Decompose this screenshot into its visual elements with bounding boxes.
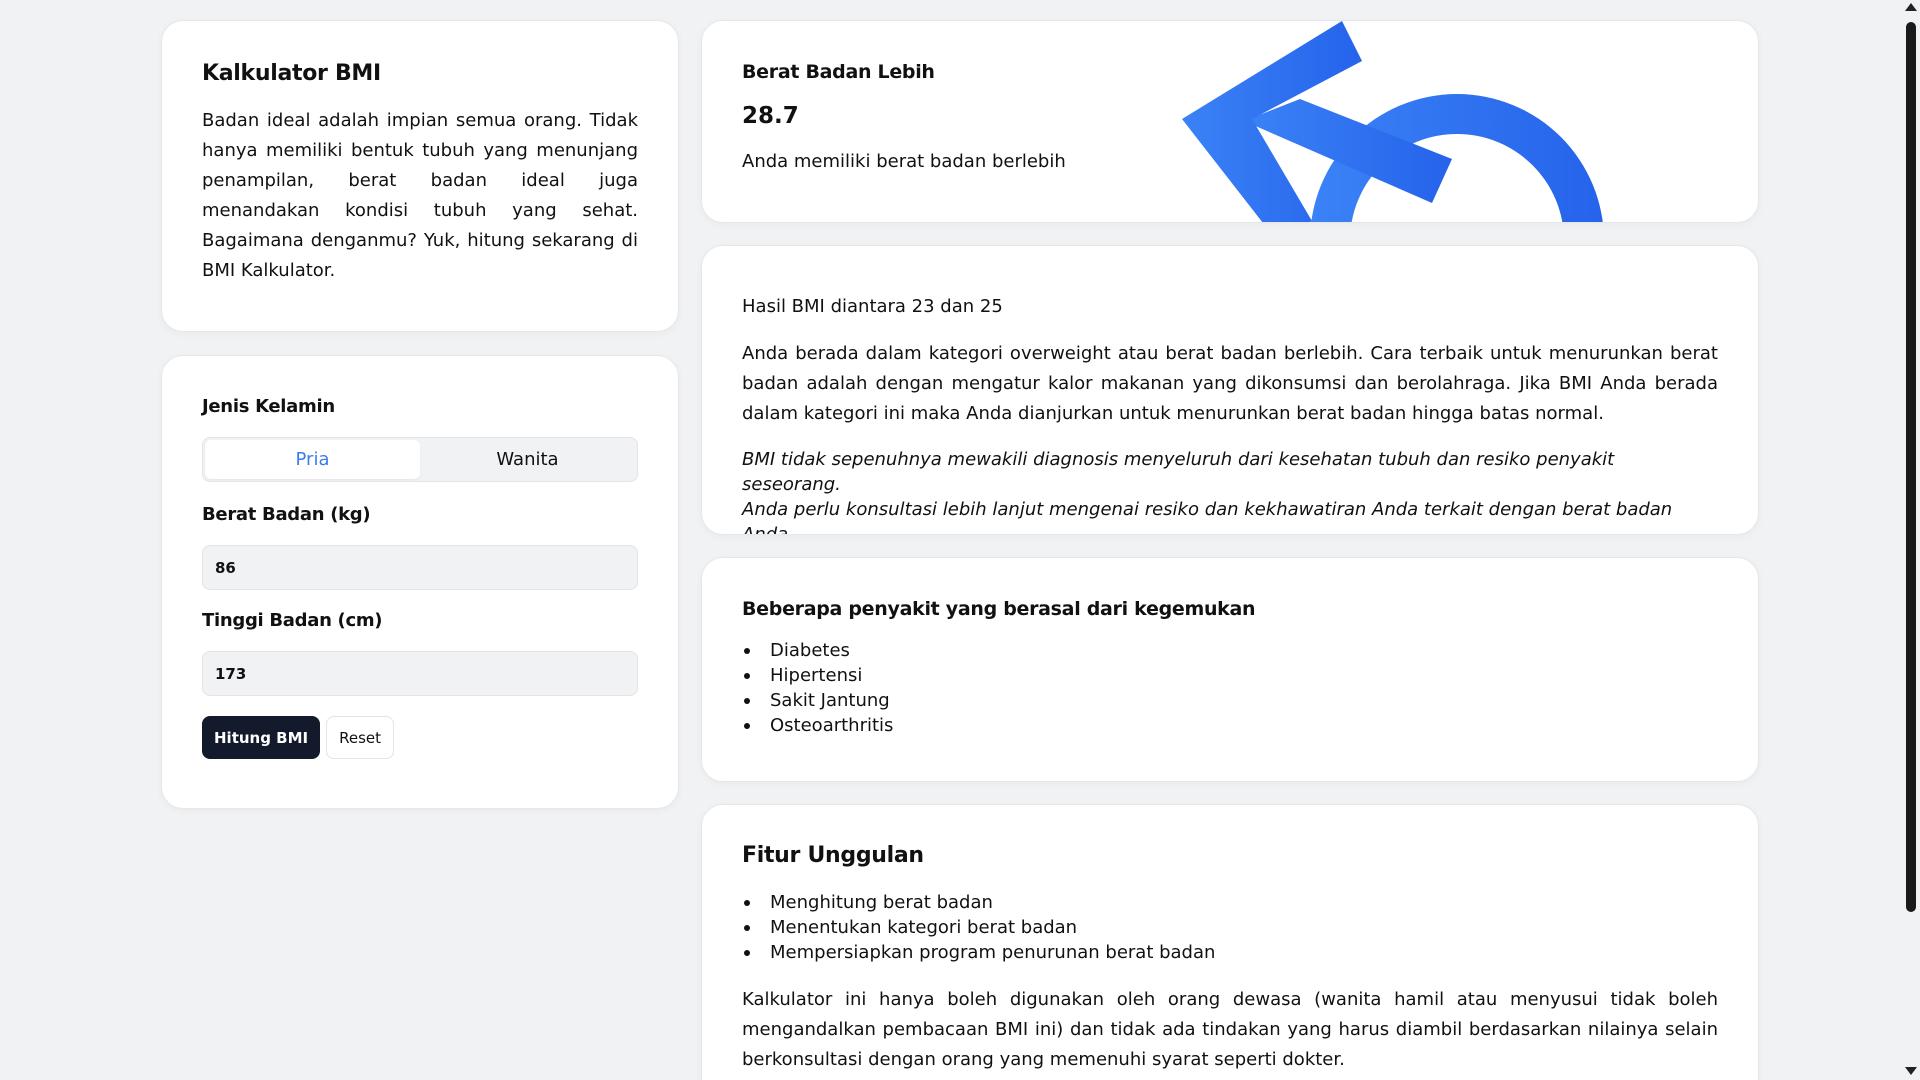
features-card: Fitur Unggulan Menghitung berat badan Me…: [701, 804, 1759, 1080]
bmi-form-card: Jenis Kelamin Pria Wanita Berat Badan (k…: [161, 355, 679, 809]
app-title: Kalkulator BMI: [202, 61, 381, 86]
bmi-value: 28.7: [742, 103, 799, 129]
form-actions: Hitung BMI Reset: [202, 716, 638, 759]
bmi-advice-text: Anda berada dalam kategori overweight at…: [742, 343, 1718, 424]
calculate-bmi-button[interactable]: Hitung BMI: [202, 716, 321, 759]
intro-card: Kalkulator BMI Badan ideal adalah impian…: [161, 20, 679, 332]
gender-option-pria[interactable]: Pria: [205, 440, 420, 479]
bmi-category: Berat Badan Lebih: [742, 61, 935, 83]
gender-toggle: Pria Wanita: [202, 437, 638, 482]
gender-option-wanita[interactable]: Wanita: [420, 440, 635, 479]
disease-list: Diabetes Hipertensi Sakit Jantung Osteoa…: [742, 638, 1718, 738]
scrollbar-thumb[interactable]: [1906, 22, 1916, 912]
disclaimer-text: Kalkulator ini hanya boleh digunakan ole…: [742, 989, 1718, 1070]
height-label: Tinggi Badan (cm): [202, 610, 383, 631]
intro-text: Badan ideal adalah impian semua orang. T…: [202, 110, 638, 281]
weight-input[interactable]: [202, 545, 638, 590]
bmi-range-text: Hasil BMI diantara 23 dan 25: [742, 296, 1003, 317]
reset-button[interactable]: Reset: [326, 716, 395, 759]
list-item: Hipertensi: [742, 663, 1718, 688]
list-item: Mempersiapkan program penurunan berat ba…: [742, 940, 1718, 965]
scroll-up-arrow-icon[interactable]: [1905, 3, 1917, 11]
bmi-description: Anda memiliki berat badan berlebih: [742, 151, 1066, 172]
page-scrollbar[interactable]: [1903, 0, 1920, 1080]
list-item: Menghitung berat badan: [742, 890, 1718, 915]
bmi-detail-card: Hasil BMI diantara 23 dan 25 Anda berada…: [701, 245, 1759, 535]
list-item: Menentukan kategori berat badan: [742, 915, 1718, 940]
result-card: Berat Badan Lebih 28.7 Anda memiliki ber…: [701, 20, 1759, 223]
scroll-down-arrow-icon[interactable]: [1905, 1067, 1917, 1075]
disease-card: Beberapa penyakit yang berasal dari kege…: [701, 557, 1759, 782]
bmi-note-line-2: Anda perlu konsultasi lebih lanjut menge…: [742, 499, 1673, 535]
disease-title: Beberapa penyakit yang berasal dari kege…: [742, 598, 1256, 620]
list-item: Sakit Jantung: [742, 688, 1718, 713]
list-item: Diabetes: [742, 638, 1718, 663]
bmi-note-line-1: BMI tidak sepenuhnya mewakili diagnosis …: [742, 449, 1615, 495]
list-item: Osteoarthritis: [742, 713, 1718, 738]
gender-label: Jenis Kelamin: [202, 396, 335, 417]
features-list: Menghitung berat badan Menentukan katego…: [742, 890, 1718, 965]
features-title: Fitur Unggulan: [742, 843, 924, 868]
height-input[interactable]: [202, 651, 638, 696]
weight-label: Berat Badan (kg): [202, 504, 371, 525]
